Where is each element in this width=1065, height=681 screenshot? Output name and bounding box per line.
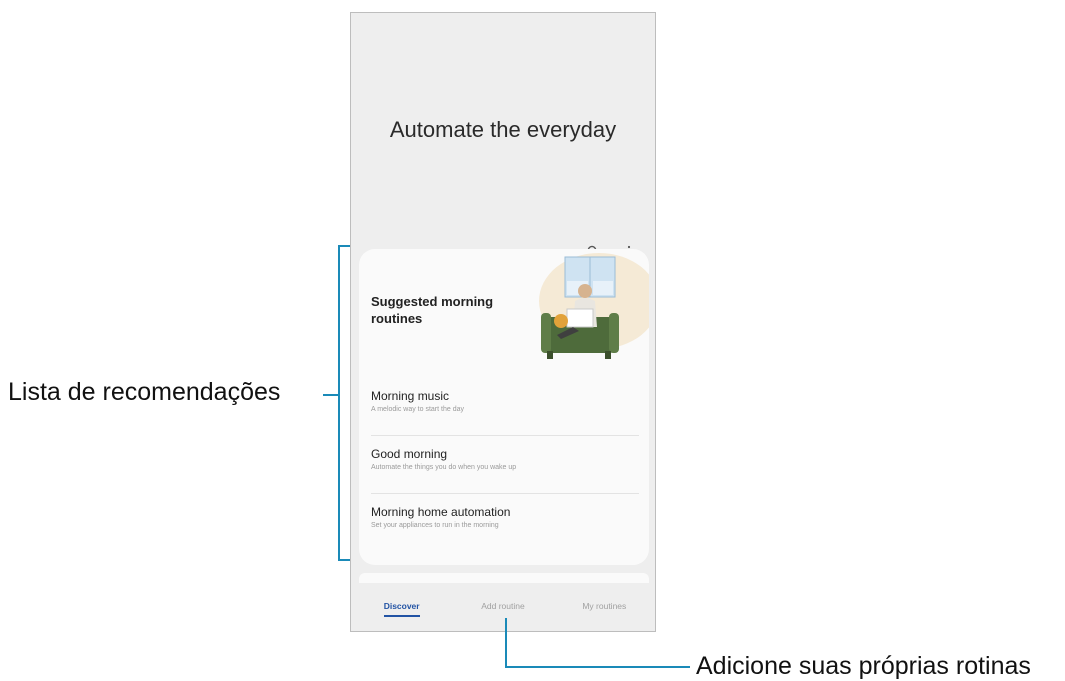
recommendation-bracket <box>338 245 350 561</box>
tab-my-routines[interactable]: My routines <box>564 597 644 627</box>
hero-title: Automate the everyday <box>389 117 617 142</box>
routine-name: Good morning <box>371 447 448 461</box>
add-routine-connector-horizontal <box>505 666 690 668</box>
routine-description: Set your appliances to run in the mornin… <box>371 522 499 529</box>
routine-description: A melodic way to start the day <box>371 406 464 413</box>
annotation-add-routines: Adicione suas próprias rotinas <box>696 652 1031 680</box>
tab-add-routine[interactable]: Add routine <box>463 597 543 627</box>
routine-item-morning-music[interactable]: Morning music A melodic way to start the… <box>371 381 639 436</box>
routine-item-good-morning[interactable]: Good morning Automate the things you do … <box>371 439 639 494</box>
bottom-tab-bar: Discover Add routine My routines <box>351 597 655 627</box>
recommendation-card: Suggested morning routines Morning music… <box>359 249 649 565</box>
routine-description: Automate the things you do when you wake… <box>371 464 517 471</box>
routine-name: Morning music <box>371 389 450 403</box>
next-card-peek <box>359 573 649 583</box>
phone-screen: Automate the everyday Suggested morning … <box>350 12 656 632</box>
annotation-recommendation-list: Lista de recomendações <box>8 378 281 406</box>
card-title[interactable]: Suggested morning routines <box>371 293 521 327</box>
bracket-connector <box>323 394 338 396</box>
tab-discover[interactable]: Discover <box>362 597 442 627</box>
add-routine-connector-vertical <box>505 618 507 668</box>
routine-item-morning-home-automation[interactable]: Morning home automation Set your applian… <box>371 497 639 551</box>
morning-illustration <box>539 253 649 359</box>
routine-name: Morning home automation <box>371 505 511 519</box>
